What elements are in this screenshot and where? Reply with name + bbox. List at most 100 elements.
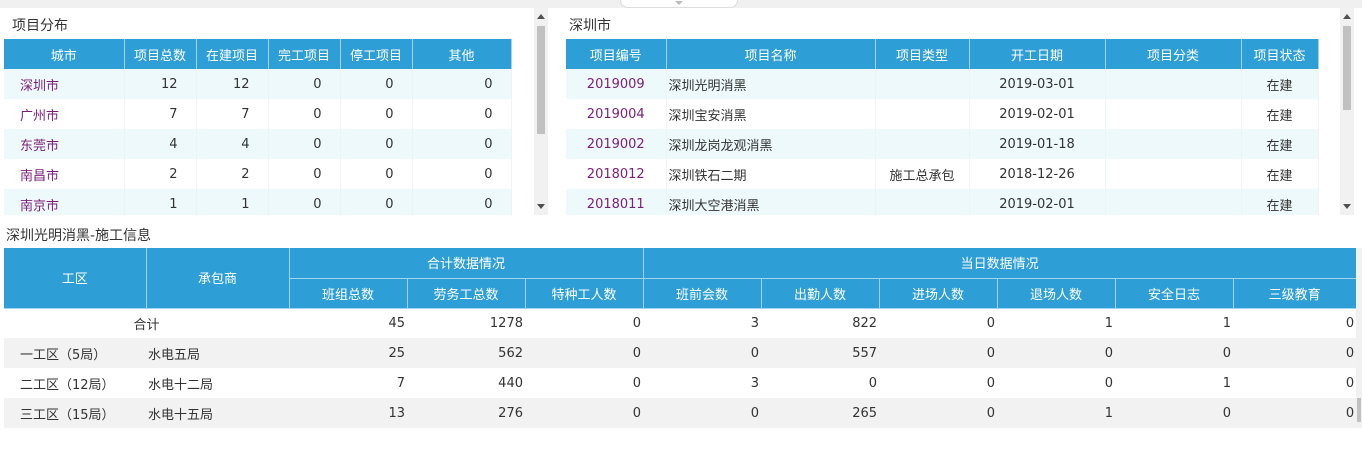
table-row[interactable]: 2018011 深圳大空港消黑 2019-02-01 在建 [566,189,1319,215]
cell: 265 [761,398,880,428]
city-link[interactable]: 南昌市 [4,159,125,189]
construction-header-row: 工区 承包商 合计数据情况 当日数据情况 [4,248,1357,309]
cell: 2018-12-26 [969,159,1106,189]
col-header[interactable]: 退场人数 [997,278,1116,309]
table-row[interactable]: 广州市 7 7 0 0 0 [4,99,512,129]
project-code-link[interactable]: 2019009 [566,69,667,99]
cell [1105,159,1242,189]
project-code-link[interactable]: 2019004 [566,99,667,129]
table-row[interactable]: 一工区（5局） 水电五局 25 562 0 0 557 0 0 0 0 [4,338,1357,368]
col-header-zone[interactable]: 工区 [4,248,147,309]
cell [1105,99,1242,129]
col-header[interactable]: 特种工人数 [525,278,644,309]
cell [875,99,970,129]
col-header[interactable]: 在建项目 [196,39,269,69]
city-link[interactable]: 东莞市 [4,129,125,159]
table-row[interactable]: 2019009 深圳光明消黑 2019-03-01 在建 [566,69,1319,99]
cell: 3 [643,308,762,338]
cell [875,69,970,99]
col-header[interactable]: 劳务工总数 [407,278,526,309]
distribution-scrollbar[interactable] [534,8,548,215]
project-code-link[interactable]: 2018012 [566,159,667,189]
cell: 7 [196,99,269,129]
cell: 0 [525,368,644,398]
col-header[interactable]: 进场人数 [879,278,998,309]
cell: 0 [525,308,644,338]
col-header[interactable]: 出勤人数 [761,278,880,309]
col-header-contractor[interactable]: 承包商 [146,248,290,309]
cell: 0 [412,69,512,99]
cell: 在建 [1241,129,1319,159]
cell: 0 [412,129,512,159]
cell: 0 [761,368,880,398]
cell: 0 [412,159,512,189]
col-header[interactable]: 停工项目 [340,39,413,69]
cell: 0 [997,368,1116,398]
chevron-down-icon[interactable] [1343,204,1351,209]
table-row[interactable]: 2019004 深圳宝安消黑 2019-02-01 在建 [566,99,1319,129]
table-row[interactable]: 二工区（12局） 水电十二局 7 440 0 3 0 0 0 1 0 [4,368,1357,398]
distribution-title: 项目分布 [12,18,68,34]
cell: 0 [412,99,512,129]
cell: 0 [879,308,998,338]
cell: 0 [340,69,413,99]
cell: 12 [196,69,269,99]
col-header[interactable]: 开工日期 [969,39,1106,69]
cell [1105,189,1242,215]
table-row[interactable]: 南京市 1 1 0 0 0 [4,189,512,215]
scroll-thumb[interactable] [1357,398,1361,422]
chevron-down-icon[interactable] [537,204,545,209]
table-row[interactable]: 2019002 深圳龙岗龙观消黑 2019-01-18 在建 [566,129,1319,159]
project-code-link[interactable]: 2019002 [566,129,667,159]
cell: 1 [997,398,1116,428]
cell: 0 [268,99,341,129]
chevron-up-icon[interactable] [1343,14,1351,19]
col-header[interactable]: 项目名称 [666,39,876,69]
cell: 1 [1115,368,1234,398]
city-link[interactable]: 广州市 [4,99,125,129]
table-row[interactable]: 2018012 深圳铁石二期 施工总承包 2018-12-26 在建 [566,159,1319,189]
col-header[interactable]: 完工项目 [268,39,341,69]
cell: 在建 [1241,189,1319,215]
total-row: 合计 45 1278 0 3 822 0 1 1 0 [4,308,1357,338]
cell: 0 [1115,338,1234,368]
table-row[interactable]: 深圳市 12 12 0 0 0 [4,69,512,99]
chevron-up-icon[interactable] [537,14,545,19]
cell: 深圳龙岗龙观消黑 [666,129,876,159]
zone-cell: 三工区（15局） [4,398,146,428]
scroll-thumb[interactable] [537,26,545,134]
table-row[interactable]: 南昌市 2 2 0 0 0 [4,159,512,189]
collapse-tab[interactable] [620,0,738,8]
contractor-cell: 水电十五局 [146,398,289,428]
table-row[interactable]: 三工区（15局） 水电十五局 13 276 0 0 265 0 1 0 0 [4,398,1357,428]
group-header-today: 当日数据情况 [643,248,1357,279]
col-header[interactable]: 项目状态 [1241,39,1319,69]
col-header[interactable]: 班组总数 [289,278,408,309]
cell: 25 [289,338,407,368]
col-header[interactable]: 三级教育 [1233,278,1357,309]
col-header[interactable]: 项目类型 [875,39,970,69]
col-header[interactable]: 项目编号 [566,39,667,69]
cell: 2019-02-01 [969,99,1106,129]
city-link[interactable]: 深圳市 [4,69,125,99]
cell: 0 [879,398,998,428]
col-header[interactable]: 班前会数 [643,278,762,309]
col-header[interactable]: 城市 [4,39,125,69]
page-scrollbar[interactable] [1356,248,1362,428]
zone-cell: 一工区（5局） [4,338,146,368]
table-row[interactable]: 东莞市 4 4 0 0 0 [4,129,512,159]
col-header[interactable]: 项目分类 [1105,39,1242,69]
cell: 2019-03-01 [969,69,1106,99]
cell: 深圳宝安消黑 [666,99,876,129]
cell: 12 [124,69,197,99]
cell: 深圳大空港消黑 [666,189,876,215]
cell: 0 [997,338,1116,368]
cell: 0 [340,159,413,189]
project-code-link[interactable]: 2018011 [566,189,667,215]
col-header[interactable]: 其他 [412,39,512,69]
col-header[interactable]: 项目总数 [124,39,197,69]
col-header[interactable]: 安全日志 [1115,278,1234,309]
city-link[interactable]: 南京市 [4,189,125,215]
scroll-thumb[interactable] [1343,26,1351,110]
city-projects-scrollbar[interactable] [1340,8,1354,215]
